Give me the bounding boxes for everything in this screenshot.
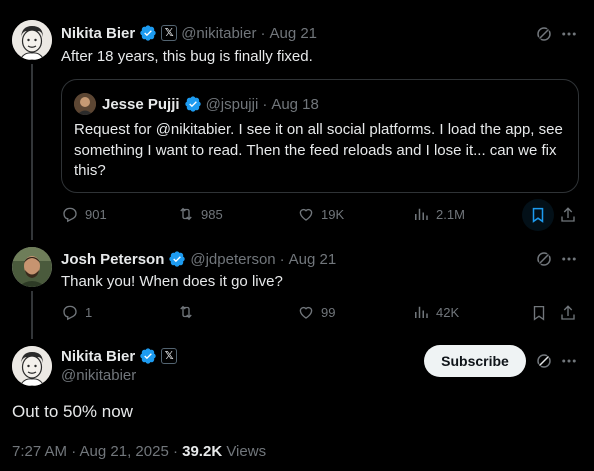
- bookmark-icon: [532, 207, 544, 223]
- separator-dot: ·: [279, 250, 285, 268]
- tweet1-author-name[interactable]: Nikita Bier: [61, 25, 135, 42]
- avatar-illustration: [12, 346, 52, 386]
- reply-icon: [63, 207, 77, 223]
- tweet2-date[interactable]: Aug 21: [289, 251, 337, 268]
- heart-icon: [299, 306, 313, 319]
- avatar-nikita[interactable]: [12, 346, 52, 386]
- tweet1-header: Nikita Bier 𝕏 @nikitabier · Aug 21: [61, 24, 317, 42]
- tweet2-handle[interactable]: @jdpeterson: [190, 251, 275, 268]
- avatar-illustration: [12, 20, 52, 60]
- more-options-icon[interactable]: [560, 352, 578, 370]
- grok-icon[interactable]: [535, 352, 553, 370]
- separator-dot: ·: [260, 24, 266, 42]
- like-button[interactable]: 99: [297, 303, 335, 321]
- quote-handle[interactable]: @jspujji: [206, 96, 259, 113]
- verified-badge-icon: [169, 251, 186, 267]
- share-icon[interactable]: [559, 304, 577, 322]
- x-affiliate-badge-icon: 𝕏: [161, 348, 178, 364]
- quote-header: Jesse Pujji @jspujji · Aug 18: [102, 95, 319, 113]
- main-handle[interactable]: @nikitabier: [61, 367, 136, 384]
- quote-date[interactable]: Aug 18: [271, 96, 319, 113]
- subscribe-button[interactable]: Subscribe: [424, 345, 526, 377]
- retweet-icon: [180, 207, 192, 221]
- tweet2-header: Josh Peterson @jdpeterson · Aug 21: [61, 250, 336, 268]
- x-affiliate-badge-icon: 𝕏: [161, 25, 178, 41]
- separator-dot: ·: [262, 95, 268, 113]
- main-timestamp[interactable]: 7:27 AM · Aug 21, 2025 ·: [12, 443, 178, 460]
- views-count: 2.1M: [436, 206, 465, 222]
- like-count: 19K: [321, 206, 345, 222]
- views-button[interactable]: 42K: [412, 303, 459, 321]
- tweet2-text: Thank you! When does it go live?: [61, 273, 283, 290]
- thread-line: [31, 64, 33, 240]
- grok-icon[interactable]: [535, 250, 553, 268]
- reply-count: 901: [85, 206, 107, 222]
- like-button[interactable]: 19K: [297, 205, 344, 223]
- main-author-name[interactable]: Nikita Bier: [61, 348, 135, 365]
- reply-count: 1: [85, 304, 93, 320]
- bookmark-button[interactable]: [522, 199, 554, 231]
- main-views-count: 39.2K: [182, 443, 223, 460]
- avatar-jesse[interactable]: [74, 93, 96, 115]
- verified-badge-icon: [140, 25, 156, 41]
- retweet-button[interactable]: 985: [177, 205, 223, 223]
- tweet1-handle[interactable]: @nikitabier: [181, 25, 256, 42]
- tweet1-text: After 18 years, this bug is finally fixe…: [61, 48, 313, 65]
- views-chart-icon: [415, 306, 428, 318]
- avatar-nikita[interactable]: [12, 20, 52, 60]
- like-count: 99: [321, 304, 336, 320]
- share-icon[interactable]: [559, 206, 577, 224]
- views-count: 42K: [436, 304, 460, 320]
- retweet-button[interactable]: [177, 303, 195, 321]
- main-views-label: Views: [226, 443, 267, 460]
- more-options-icon[interactable]: [560, 250, 578, 268]
- main-header: Nikita Bier 𝕏: [61, 347, 178, 365]
- reply-button[interactable]: 1: [61, 303, 92, 321]
- reply-icon: [63, 305, 77, 321]
- tweet2-author-name[interactable]: Josh Peterson: [61, 251, 164, 268]
- grok-icon[interactable]: [535, 25, 553, 43]
- main-text: Out to 50% now: [12, 402, 133, 421]
- views-button[interactable]: 2.1M: [412, 205, 465, 223]
- avatar-photo: [12, 247, 52, 287]
- bookmark-icon[interactable]: [530, 304, 548, 322]
- more-options-icon[interactable]: [560, 25, 578, 43]
- retweet-icon: [180, 305, 192, 319]
- verified-badge-icon: [140, 348, 156, 364]
- avatar-photo: [74, 93, 96, 115]
- avatar-josh[interactable]: [12, 247, 52, 287]
- verified-badge-icon: [184, 96, 201, 112]
- quote-text: Request for @nikitabier. I see it on all…: [74, 121, 563, 179]
- tweet1-date[interactable]: Aug 21: [269, 25, 317, 42]
- heart-icon: [299, 208, 313, 221]
- quote-author-name[interactable]: Jesse Pujji: [102, 96, 180, 113]
- main-meta: 7:27 AM · Aug 21, 2025 · 39.2K Views: [12, 443, 266, 460]
- views-chart-icon: [415, 208, 428, 220]
- retweet-count: 985: [201, 206, 223, 222]
- reply-button[interactable]: 901: [61, 205, 107, 223]
- thread-line: [31, 291, 33, 339]
